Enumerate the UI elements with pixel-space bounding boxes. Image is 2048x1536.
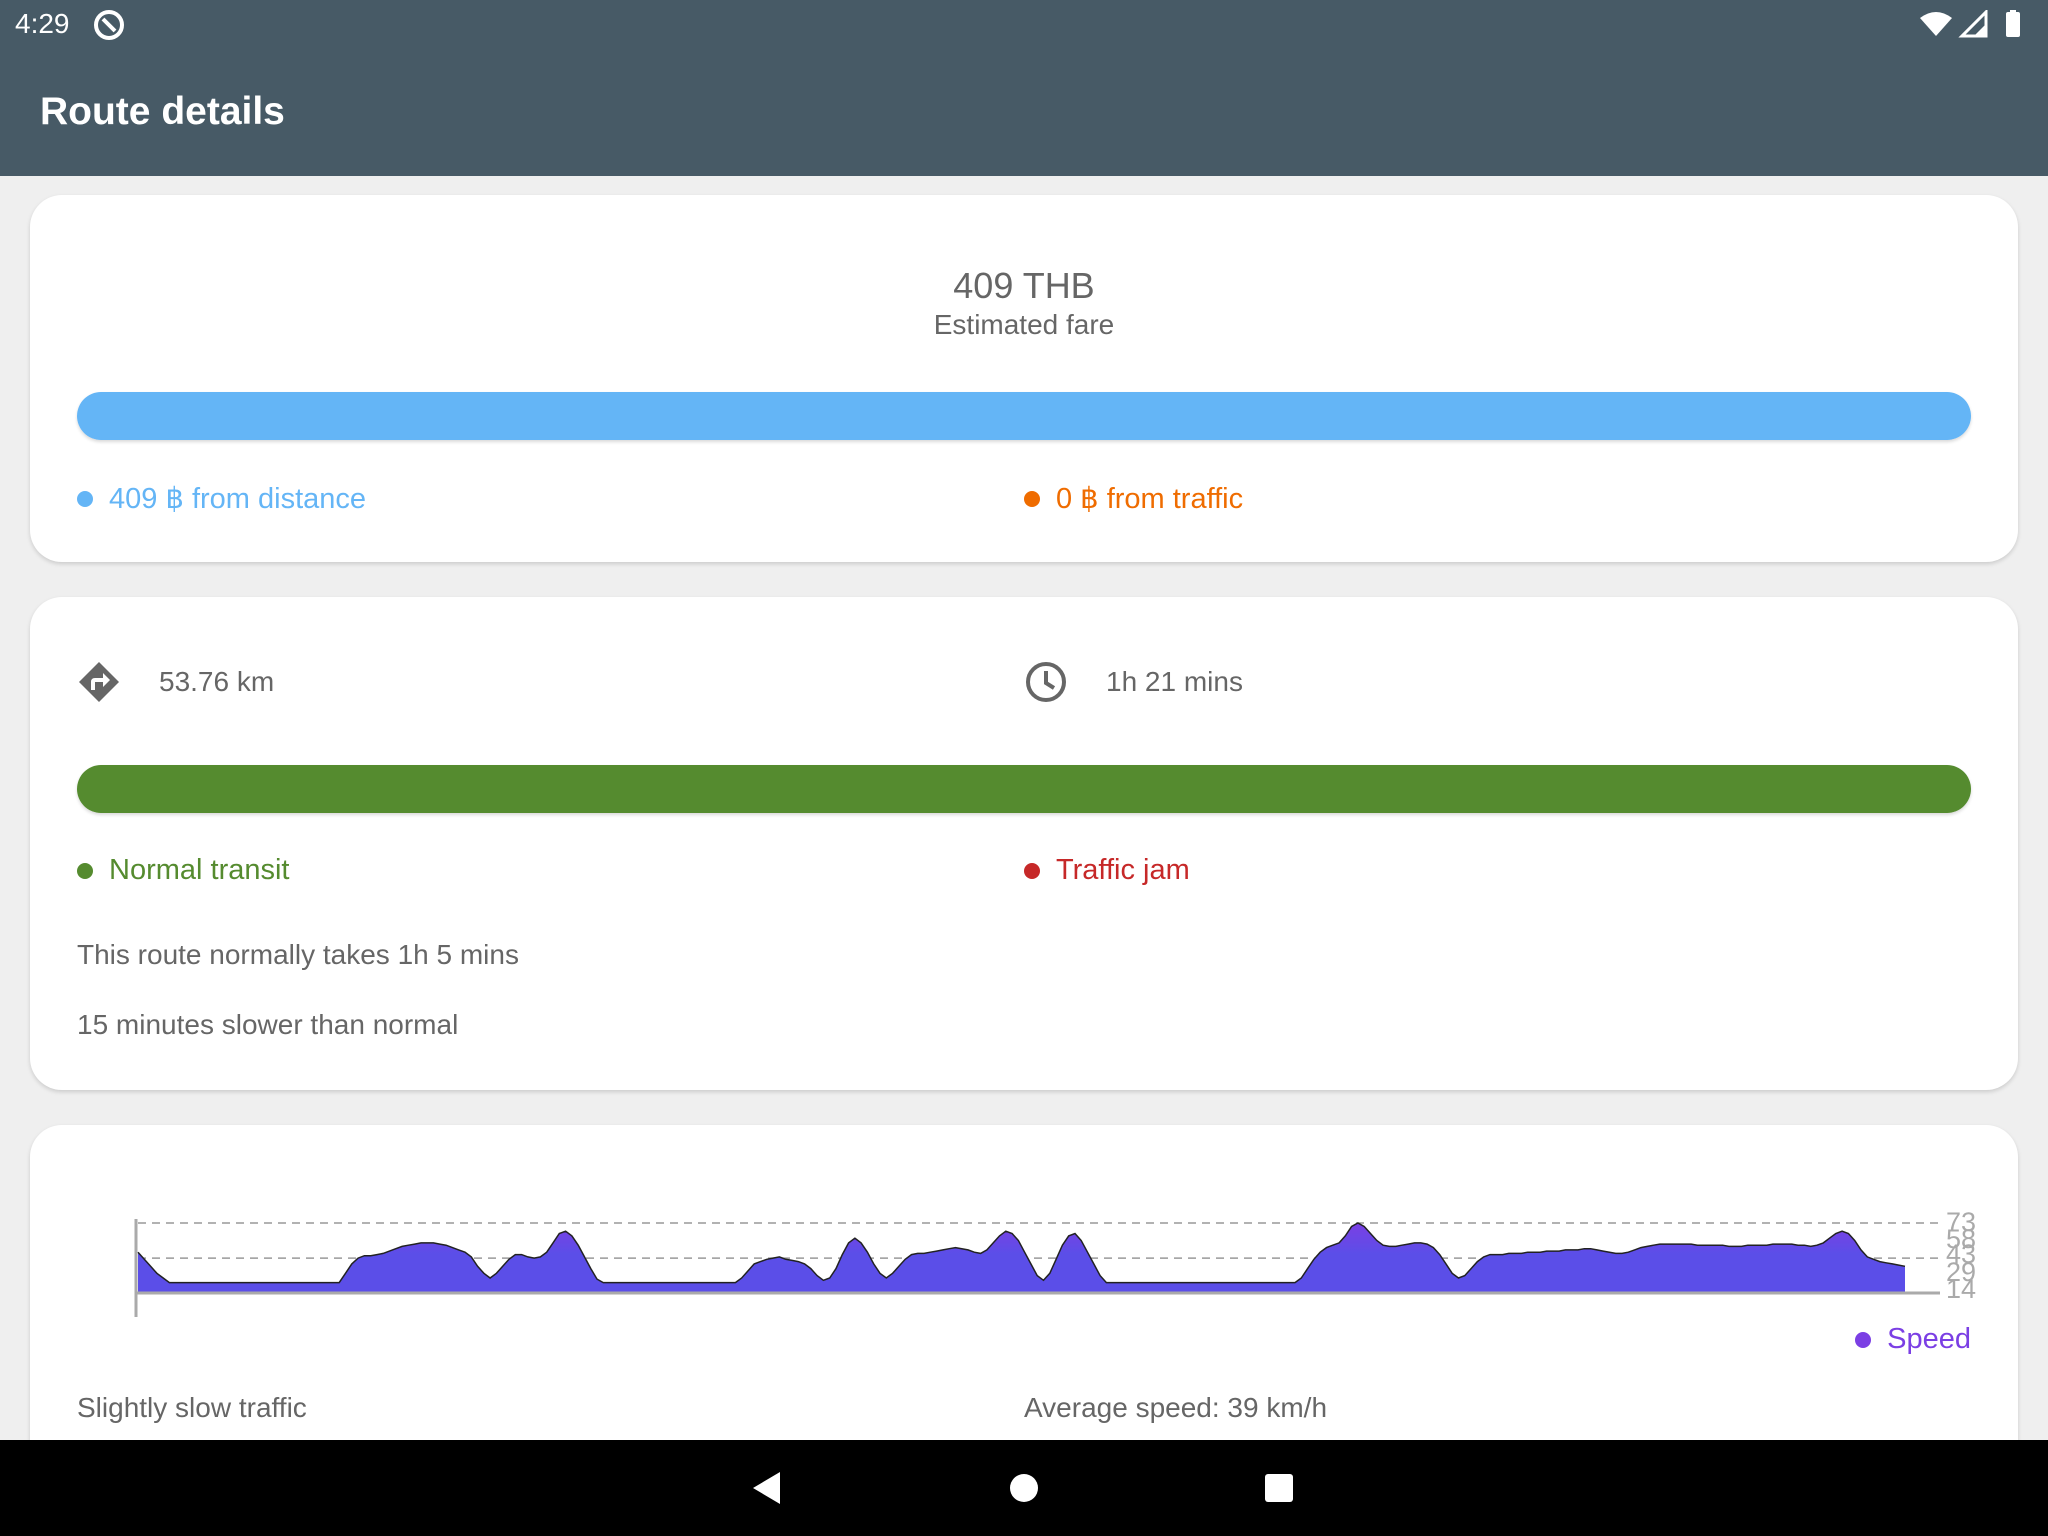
legend-dot bbox=[77, 862, 93, 879]
status-bar: 4:29 bbox=[0, 0, 2048, 50]
legend-speed: Speed bbox=[1855, 1323, 1971, 1356]
traffic-status-text: Slightly slow traffic bbox=[77, 1392, 307, 1423]
status-icons bbox=[1920, 10, 2020, 38]
legend-label: Speed bbox=[1887, 1323, 1971, 1355]
duration-stat: 1h 21 mins bbox=[1024, 660, 1243, 704]
legend-label: Traffic jam bbox=[1056, 854, 1190, 886]
normal-transit-segment bbox=[77, 765, 1971, 813]
delay-text: 15 minutes slower than normal bbox=[77, 1009, 459, 1040]
fare-value: 409 THB bbox=[953, 265, 1095, 306]
legend-dot bbox=[1024, 490, 1040, 507]
legend-traffic: 0 ฿ from traffic bbox=[1024, 481, 1243, 516]
recents-button[interactable] bbox=[1265, 1474, 1293, 1502]
duration-value: 1h 21 mins bbox=[1106, 666, 1243, 697]
legend-label: Normal transit bbox=[109, 854, 290, 886]
legend-normal-transit: Normal transit bbox=[77, 854, 290, 887]
legend-traffic-jam: Traffic jam bbox=[1024, 854, 1190, 887]
directions-icon bbox=[79, 662, 119, 702]
notification-icon bbox=[94, 10, 124, 40]
app-bar: Route details bbox=[0, 50, 2048, 176]
clock-icon bbox=[1026, 662, 1066, 702]
wifi-icon bbox=[1920, 12, 1952, 36]
route-card: 53.76 km 1h 21 mins Normal transit Traff… bbox=[30, 597, 2018, 1090]
fare-distance-segment bbox=[77, 392, 1971, 440]
home-button[interactable] bbox=[1010, 1474, 1038, 1502]
legend-dot bbox=[1024, 862, 1040, 879]
legend-dot bbox=[1855, 1331, 1872, 1348]
page-title: Route details bbox=[40, 90, 285, 133]
battery-icon bbox=[2006, 12, 2020, 37]
back-button[interactable] bbox=[753, 1472, 780, 1504]
distance-value: 53.76 km bbox=[159, 666, 275, 697]
speed-area bbox=[138, 1223, 1905, 1292]
fare-card: 409 THB Estimated fare 409 ฿ from distan… bbox=[30, 195, 2018, 562]
fare-label: Estimated fare bbox=[933, 309, 1115, 340]
speed-chart: 7358432914 bbox=[134, 1207, 1976, 1317]
normal-time-text: This route normally takes 1h 5 mins bbox=[77, 939, 519, 970]
y-tick-label: 14 bbox=[1946, 1274, 1976, 1304]
transit-bar bbox=[77, 765, 1971, 813]
average-speed-text: Average speed: 39 km/h bbox=[1024, 1392, 1328, 1423]
fare-breakdown-bar bbox=[77, 392, 1971, 440]
legend-label: 409 ฿ from distance bbox=[109, 483, 367, 515]
status-time: 4:29 bbox=[15, 8, 70, 39]
legend-dot bbox=[77, 490, 93, 507]
legend-label: 0 ฿ from traffic bbox=[1056, 483, 1244, 515]
nav-buttons bbox=[753, 1472, 1293, 1504]
legend-distance: 409 ฿ from distance bbox=[77, 481, 366, 516]
distance-stat: 53.76 km bbox=[77, 660, 274, 704]
navigation-bar bbox=[0, 1440, 2048, 1536]
